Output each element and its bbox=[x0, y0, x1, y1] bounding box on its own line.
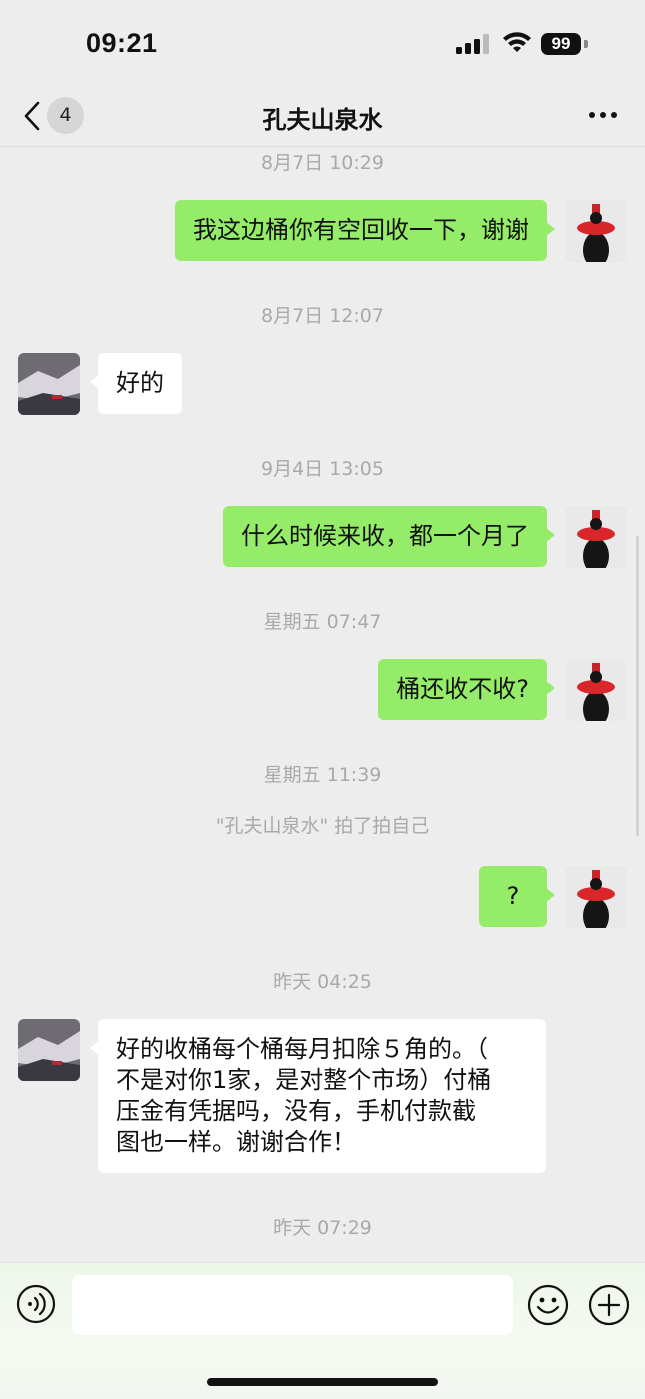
cellular-signal-icon bbox=[456, 34, 489, 54]
my-avatar[interactable] bbox=[565, 866, 627, 928]
message-line: 好的收桶每个桶每月扣除５角的。（ bbox=[116, 1035, 488, 1063]
message-bubble-sent[interactable]: 什么时候来收，都一个月了 bbox=[223, 506, 555, 567]
my-avatar[interactable] bbox=[565, 659, 627, 721]
timestamp: 8月7日 12:07 bbox=[261, 305, 384, 327]
message-line: 图也一样。谢谢合作！ bbox=[116, 1128, 356, 1156]
wifi-icon bbox=[503, 32, 531, 52]
my-avatar[interactable] bbox=[565, 200, 627, 262]
timestamp: 8月7日 10:29 bbox=[261, 152, 384, 174]
battery-tip bbox=[584, 40, 588, 48]
battery-icon: 99 bbox=[541, 33, 581, 55]
contact-avatar[interactable] bbox=[18, 1019, 80, 1081]
contact-avatar[interactable] bbox=[18, 353, 80, 415]
home-indicator[interactable] bbox=[207, 1378, 438, 1386]
plus-icon[interactable] bbox=[588, 1284, 630, 1326]
chat-title: 孔夫山泉水 bbox=[262, 106, 383, 134]
message-line: 不是对你1家，是对整个市场）付桶 bbox=[116, 1066, 492, 1094]
message-bubble-sent[interactable]: 我这边桶你有空回收一下，谢谢 bbox=[175, 200, 555, 261]
pat-notice: "孔夫山泉水" 拍了拍自己 bbox=[215, 815, 430, 837]
nav-bar: 4 孔夫山泉水 bbox=[0, 88, 645, 147]
my-avatar[interactable] bbox=[565, 506, 627, 568]
timestamp: 星期五 11:39 bbox=[263, 764, 382, 786]
message-bubble-sent[interactable]: 桶还收不收? bbox=[378, 659, 555, 720]
more-icon[interactable] bbox=[588, 110, 618, 120]
timestamp: 昨天 07:29 bbox=[273, 1217, 372, 1239]
status-bar: 09:21 99 bbox=[0, 0, 645, 88]
emoji-icon[interactable] bbox=[527, 1284, 569, 1326]
scrollbar[interactable] bbox=[636, 536, 639, 836]
message-bubble-received[interactable]: 好的收桶每个桶每月扣除５角的。（ 不是对你1家，是对整个市场）付桶 压金有凭据吗… bbox=[90, 1019, 546, 1173]
message-bubble-sent[interactable]: ? bbox=[479, 866, 555, 927]
timestamp: 9月4日 13:05 bbox=[261, 458, 384, 480]
message-input[interactable] bbox=[72, 1275, 513, 1335]
timestamp: 星期五 07:47 bbox=[263, 611, 382, 633]
timestamp: 昨天 04:25 bbox=[273, 971, 372, 993]
message-line: 压金有凭据吗，没有，手机付款截 bbox=[116, 1097, 476, 1125]
status-time: 09:21 bbox=[86, 28, 158, 58]
voice-icon[interactable] bbox=[16, 1284, 56, 1324]
chat-messages[interactable]: 8月7日 10:29 我这边桶你有空回收一下，谢谢 8月7日 12:07 好的 … bbox=[0, 146, 645, 1262]
message-bubble-received[interactable]: 好的 bbox=[90, 353, 182, 414]
